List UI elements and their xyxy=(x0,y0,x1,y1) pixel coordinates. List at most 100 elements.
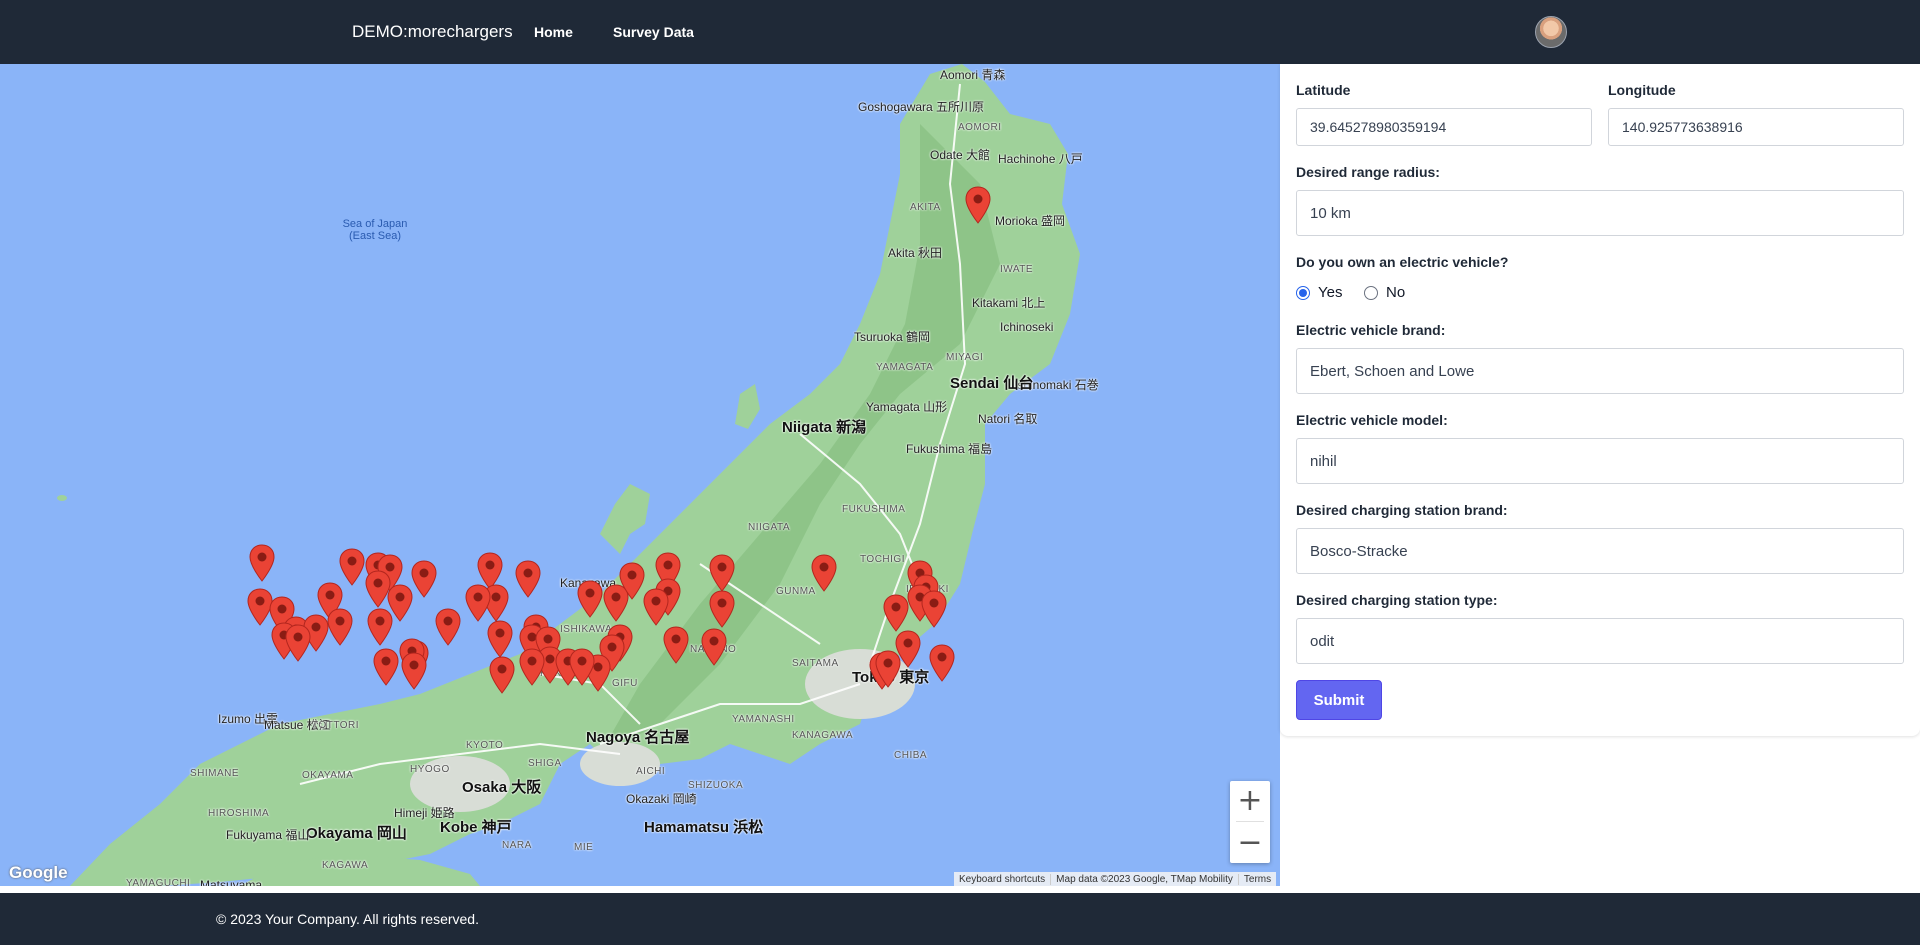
map-label: SHIGA xyxy=(528,758,562,769)
map-label: Goshogawara 五所川原 xyxy=(858,100,985,114)
map-label: Okayama 岡山 xyxy=(306,825,407,842)
map-marker-pin-icon[interactable] xyxy=(709,554,735,592)
google-logo[interactable]: Google xyxy=(9,863,68,883)
map-marker-pin-icon[interactable] xyxy=(367,608,393,646)
map-label: AOMORI xyxy=(958,122,1002,133)
zoom-out-button[interactable]: − xyxy=(1230,823,1270,863)
map-marker-pin-icon[interactable] xyxy=(401,652,427,690)
nav-link-home[interactable]: Home xyxy=(534,24,573,40)
map-label: Fukuyama 福山 xyxy=(226,828,310,842)
map-marker-pin-icon[interactable] xyxy=(411,560,437,598)
map-marker-pin-icon[interactable] xyxy=(965,186,991,224)
map-label: Tsuruoka 鶴岡 xyxy=(854,330,931,344)
map-marker-pin-icon[interactable] xyxy=(465,584,491,622)
zoom-divider xyxy=(1236,821,1264,822)
map-marker-pin-icon[interactable] xyxy=(929,644,955,682)
map-marker-pin-icon[interactable] xyxy=(285,624,311,662)
radius-label: Desired range radius: xyxy=(1296,164,1440,180)
user-avatar[interactable] xyxy=(1535,16,1567,48)
own-ev-label: Do you own an electric vehicle? xyxy=(1296,254,1509,270)
map-marker-pin-icon[interactable] xyxy=(619,562,645,600)
longitude-input[interactable]: 140.925773638916 xyxy=(1608,108,1904,146)
map-marker-pin-icon[interactable] xyxy=(875,650,901,688)
map-marker-pin-icon[interactable] xyxy=(373,648,399,686)
own-ev-no-radio[interactable]: No xyxy=(1364,284,1405,301)
own-ev-yes-radio[interactable]: Yes xyxy=(1296,284,1342,301)
latitude-input[interactable]: 39.645278980359194 xyxy=(1296,108,1592,146)
map-label: FUKUSHIMA xyxy=(842,504,906,515)
station-brand-input[interactable]: Bosco-Stracke xyxy=(1296,528,1904,574)
map-label: SAITAMA xyxy=(792,658,839,669)
map-marker-pin-icon[interactable] xyxy=(327,608,353,646)
brand-title[interactable]: DEMO:morechargers xyxy=(352,22,513,42)
map-data-text: Map data ©2023 Google, TMap Mobility xyxy=(1050,873,1238,885)
map-label: Akita 秋田 xyxy=(888,246,943,260)
map-label: Hachinohe 八戸 xyxy=(998,152,1083,166)
map-marker-pin-icon[interactable] xyxy=(515,560,541,598)
map-label: Morioka 盛岡 xyxy=(995,214,1066,228)
map-attribution: Keyboard shortcuts Map data ©2023 Google… xyxy=(954,872,1277,886)
map-marker-pin-icon[interactable] xyxy=(643,588,669,626)
keyboard-shortcuts-link[interactable]: Keyboard shortcuts xyxy=(954,874,1050,885)
submit-button[interactable]: Submit xyxy=(1296,680,1382,720)
radius-input[interactable]: 10 km xyxy=(1296,190,1904,236)
map-label: Kitakami 北上 xyxy=(972,296,1046,310)
map-marker-pin-icon[interactable] xyxy=(339,548,365,586)
map-label: GUNMA xyxy=(776,586,816,597)
map-label: AICHI xyxy=(636,766,666,777)
map-marker-pin-icon[interactable] xyxy=(811,554,837,592)
map-label: Fukushima 福島 xyxy=(906,442,993,456)
station-type-input[interactable]: odit xyxy=(1296,618,1904,664)
station-brand-label: Desired charging station brand: xyxy=(1296,502,1508,518)
map-label: OKAYAMA xyxy=(302,770,354,781)
map-label: Niigata 新潟 xyxy=(782,419,867,436)
map-label: Kobe 神戸 xyxy=(440,819,512,836)
top-navbar: DEMO:morechargers Home Survey Data xyxy=(0,0,1920,64)
map-label: Yamagata 山形 xyxy=(866,400,948,414)
map-marker-pin-icon[interactable] xyxy=(921,590,947,628)
map-label: KANAGAWA xyxy=(792,730,854,741)
map-marker-pin-icon[interactable] xyxy=(701,628,727,666)
map-label: Sendai 仙台 xyxy=(950,375,1034,392)
map-marker-pin-icon[interactable] xyxy=(883,594,909,632)
map-marker-pin-icon[interactable] xyxy=(663,626,689,664)
map-label: YAMAGUCHI xyxy=(126,878,191,886)
map-marker-pin-icon[interactable] xyxy=(709,590,735,628)
ev-model-input[interactable]: nihil xyxy=(1296,438,1904,484)
map-label: Nagoya 名古屋 xyxy=(586,729,690,746)
map-label: KAGAWA xyxy=(322,860,369,871)
zoom-control: + − xyxy=(1230,781,1270,863)
ev-brand-input[interactable]: Ebert, Schoen and Lowe xyxy=(1296,348,1904,394)
map-label: Okazaki 岡崎 xyxy=(626,792,697,806)
terms-link[interactable]: Terms xyxy=(1237,873,1276,885)
map-label: KYOTO xyxy=(466,740,504,751)
map-marker-pin-icon[interactable] xyxy=(435,608,461,646)
map-marker-pin-icon[interactable] xyxy=(489,656,515,694)
map-label: IWATE xyxy=(1000,264,1034,275)
latitude-label: Latitude xyxy=(1296,82,1351,98)
map-label: HYOGO xyxy=(410,764,450,775)
nav-link-survey-data[interactable]: Survey Data xyxy=(613,24,694,40)
map-marker-pin-icon[interactable] xyxy=(577,580,603,618)
map-marker-pin-icon[interactable] xyxy=(519,648,545,686)
map-label: Aomori 青森 xyxy=(940,68,1006,82)
zoom-in-button[interactable]: + xyxy=(1230,781,1270,821)
map-marker-pin-icon[interactable] xyxy=(249,544,275,582)
map-view[interactable]: Sea of Japan (East Sea) Aomori 青森 Goshoga… xyxy=(0,64,1280,886)
map-label: AKITA xyxy=(910,202,941,213)
own-ev-no-label: No xyxy=(1386,284,1406,301)
ev-model-label: Electric vehicle model: xyxy=(1296,412,1448,428)
map-label: CHIBA xyxy=(894,750,928,761)
map-marker-pin-icon[interactable] xyxy=(569,648,595,686)
map-land-shapes xyxy=(57,64,1080,886)
map-label: MIE xyxy=(574,842,594,853)
map-label: Matsuyama xyxy=(200,878,263,886)
map-label: Natori 名取 xyxy=(978,412,1038,426)
ev-brand-label: Electric vehicle brand: xyxy=(1296,322,1446,338)
map-label: Odate 大館 xyxy=(930,148,991,162)
map-label: SHIMANE xyxy=(190,768,240,779)
longitude-label: Longitude xyxy=(1608,82,1676,98)
map-label: TOTTORI xyxy=(312,720,360,731)
map-marker-pin-icon[interactable] xyxy=(487,620,513,658)
radio-checked-icon xyxy=(1296,285,1310,300)
